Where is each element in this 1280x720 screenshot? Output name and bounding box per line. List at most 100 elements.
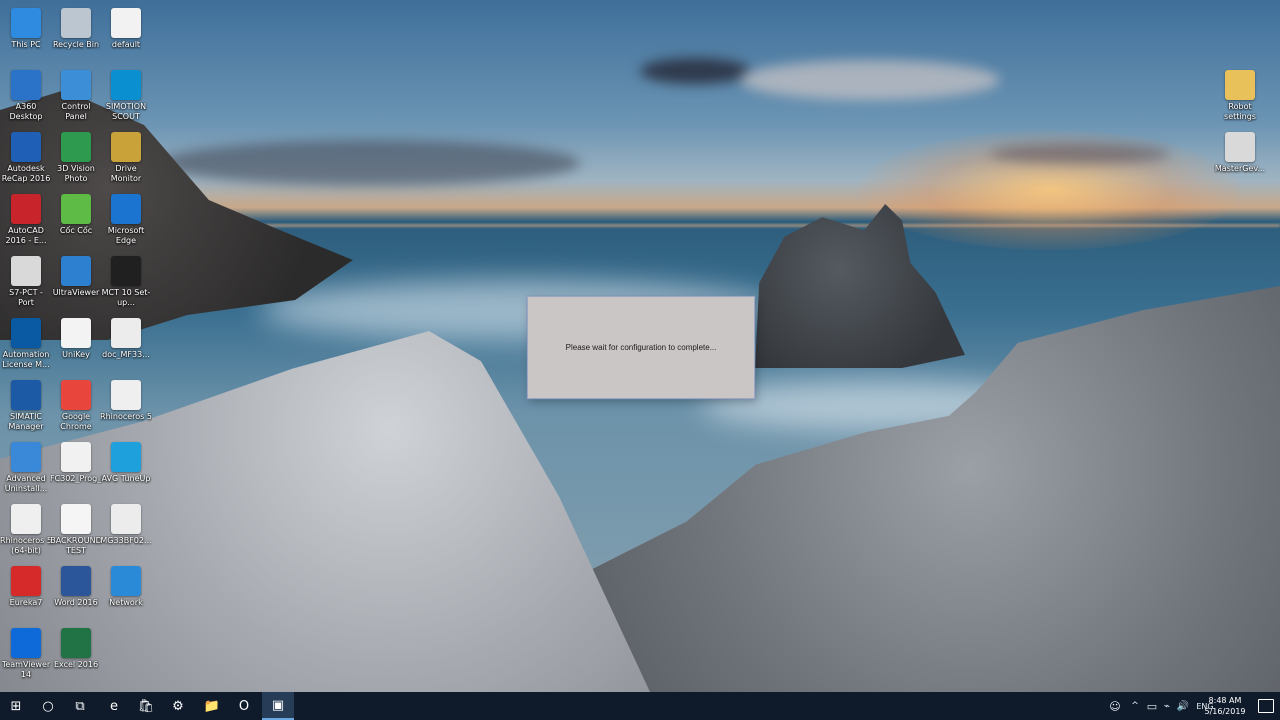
folder-icon (1225, 70, 1255, 100)
desktop-icon[interactable]: UniKey (50, 312, 102, 374)
document-icon (111, 318, 141, 348)
desktop-icon-label: 3D Vision Photo Viewer (57, 164, 95, 183)
config-app-taskbar-button[interactable]: ▣ (262, 692, 294, 720)
file-explorer-taskbar-button[interactable]: 📁 (196, 692, 228, 720)
cloud (160, 140, 580, 186)
desktop-icon[interactable]: FC302_Prog_Guide_swit... (50, 436, 102, 498)
desktop-icon-label: Automation License M... (2, 350, 50, 369)
simotion-icon (111, 70, 141, 100)
drive-monitor-icon (111, 132, 141, 162)
rhino-icon (111, 380, 141, 410)
desktop[interactable]: This PC Recycle Bin default A360 Desktop Con… (0, 0, 1280, 692)
coccoc-icon (61, 194, 91, 224)
configuration-dialog: Please wait for configuration to complet… (527, 296, 755, 399)
desktop-icon-label: Advanced Uninstall... (4, 474, 48, 493)
desktop-icon-label: FC302_Prog_Guide_swit... (50, 474, 102, 483)
clock-time: 8:48 AM (1208, 696, 1242, 705)
search-button[interactable]: ○ (32, 692, 64, 720)
desktop-icon-label: Word 2016 (54, 598, 98, 607)
desktop-icon[interactable]: MG33BF02... (100, 498, 152, 560)
excel-icon (61, 628, 91, 658)
chevron-up-icon[interactable]: ^ (1128, 692, 1142, 720)
image-file-icon (61, 504, 91, 534)
clock-date: 5/16/2019 (1204, 707, 1246, 716)
desktop-icon-label: UniKey (62, 350, 90, 359)
desktop-icon-label: AVG TuneUp (101, 474, 151, 483)
desktop-icon[interactable]: Eureka7 (0, 560, 52, 622)
desktop-icon-label: BACKROUND TEST (50, 536, 102, 555)
desktop-icon[interactable]: Automation License M... (0, 312, 52, 374)
clock[interactable]: 8:48 AM 5/16/2019 (1200, 695, 1250, 717)
desktop-icon[interactable]: This PC (0, 2, 52, 64)
pdf-icon (61, 442, 91, 472)
outlook-taskbar-button[interactable]: O (228, 692, 260, 720)
teamviewer-icon (11, 628, 41, 658)
desktop-icon-label: Robot settings (1224, 102, 1256, 121)
people-icon[interactable]: ☺ (1106, 692, 1124, 720)
avg-tuneup-icon (111, 442, 141, 472)
edge-taskbar-button[interactable]: e (98, 692, 130, 720)
desktop-icon[interactable]: MCT 10 Set-up... (100, 250, 152, 312)
desktop-icon-label: doc_MF33... (102, 350, 150, 359)
desktop-icon[interactable]: Network (100, 560, 152, 622)
desktop-icon-label: UltraViewer (52, 288, 100, 297)
store-taskbar-button[interactable]: 🛍 (130, 692, 162, 720)
desktop-icon[interactable]: Cốc Cốc (50, 188, 102, 250)
desktop-icon[interactable]: Advanced Uninstall... (0, 436, 52, 498)
desktop-icon-label: AutoCAD 2016 - E... (5, 226, 47, 245)
desktop-icon[interactable]: Microsoft Edge (100, 188, 152, 250)
dialog-message: Please wait for configuration to complet… (565, 343, 717, 352)
start-button[interactable]: ⊞ (0, 692, 32, 720)
desktop-icon-label: S7-PCT - Port Configurati... (9, 288, 43, 307)
desktop-icon[interactable]: AutoCAD 2016 - E... (0, 188, 52, 250)
desktop-icon[interactable]: UltraViewer (50, 250, 102, 312)
desktop-icon[interactable]: Control Panel (50, 64, 102, 126)
battery-icon[interactable]: ▭ (1144, 692, 1160, 720)
word-icon (61, 566, 91, 596)
desktop-icon[interactable]: Rhinoceros 5 (64-bit) (0, 498, 52, 560)
chrome-icon (61, 380, 91, 410)
desktop-icon[interactable]: SIMATIC Manager (0, 374, 52, 436)
desktop-icon-label: Drive Monitor (110, 164, 142, 183)
desktop-icon[interactable]: MasterGev... (1214, 126, 1266, 188)
file-icon (111, 8, 141, 38)
desktop-icon[interactable]: 3D Vision Photo Viewer (50, 126, 102, 188)
cloud (990, 144, 1170, 164)
desktop-icon-label: Cốc Cốc (59, 226, 93, 235)
desktop-icon-label: MasterGev... (1214, 164, 1266, 173)
desktop-icon[interactable]: TeamViewer 14 (0, 622, 52, 684)
desktop-icon[interactable]: BACKROUND TEST (50, 498, 102, 560)
desktop-icon[interactable]: Autodesk ReCap 2016 (0, 126, 52, 188)
desktop-icon[interactable]: Robot settings (1214, 64, 1266, 126)
desktop-icon[interactable]: doc_MF33... (100, 312, 152, 374)
s7-pct-icon (11, 256, 41, 286)
network-tray-icon[interactable]: ⌁ (1160, 692, 1174, 720)
desktop-icon[interactable]: SIMOTION SCOUT (100, 64, 152, 126)
pdf-doc-icon (111, 504, 141, 534)
taskbar: ⊞ ○ ⧉ e 🛍 ⚙ 📁 O ▣ ☺ ^ ▭ ⌁ 🔊 ENG 8:48 AM 5/16/201… (0, 692, 1280, 720)
desktop-icon[interactable]: Excel 2016 (50, 622, 102, 684)
desktop-icon-label: Control Panel (61, 102, 91, 121)
desktop-icon[interactable]: default (100, 2, 152, 64)
desktop-icon[interactable]: Rhinoceros 5 (100, 374, 152, 436)
desktop-icon[interactable]: Google Chrome (50, 374, 102, 436)
uninstaller-icon (11, 442, 41, 472)
desktop-icon-label: Network (109, 598, 143, 607)
unikey-icon (61, 318, 91, 348)
desktop-icon[interactable]: Word 2016 (50, 560, 102, 622)
desktop-icon-label: Rhinoceros 5 (64-bit) (0, 536, 52, 555)
notification-icon[interactable] (1258, 699, 1274, 713)
desktop-icon[interactable]: Drive Monitor (100, 126, 152, 188)
task-view-button[interactable]: ⧉ (64, 692, 96, 720)
network-icon (111, 566, 141, 596)
volume-icon[interactable]: 🔊 (1176, 692, 1190, 720)
mct10-icon (111, 256, 141, 286)
license-manager-icon (11, 318, 41, 348)
desktop-icon[interactable]: Recycle Bin (50, 2, 102, 64)
mastergev-icon (1225, 132, 1255, 162)
app-taskbar-button[interactable]: ⚙ (162, 692, 194, 720)
rhino-64-icon (11, 504, 41, 534)
desktop-icon[interactable]: A360 Desktop (0, 64, 52, 126)
desktop-icon[interactable]: AVG TuneUp (100, 436, 152, 498)
desktop-icon[interactable]: S7-PCT - Port Configurati... (0, 250, 52, 312)
